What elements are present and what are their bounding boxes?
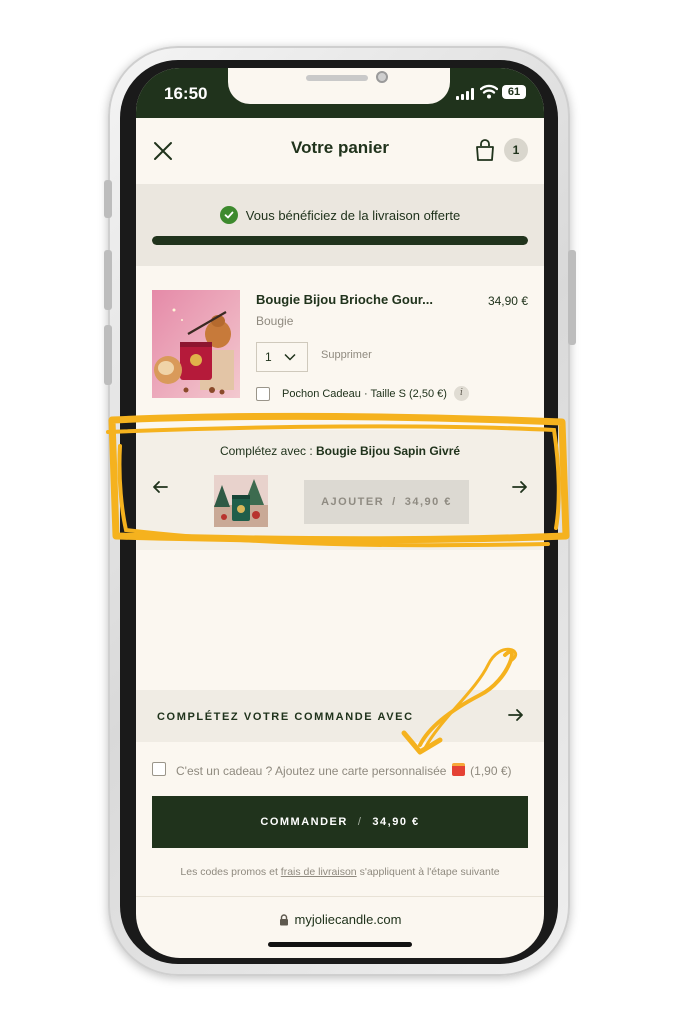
check-circle-icon xyxy=(219,206,238,224)
notch xyxy=(228,68,450,104)
arrow-right-icon xyxy=(508,709,523,721)
speaker-grille xyxy=(306,75,368,81)
gift-card-price: (1,90 €) xyxy=(470,764,512,778)
product-category: Bougie xyxy=(256,314,294,328)
arrow-left-icon[interactable] xyxy=(152,480,168,494)
front-camera xyxy=(376,71,388,83)
mute-switch xyxy=(104,180,112,218)
arrow-right-icon[interactable] xyxy=(512,480,528,494)
shipping-progress-fill xyxy=(152,236,528,245)
quantity-select[interactable]: 1 xyxy=(256,342,308,372)
complete-order-row[interactable]: COMPLÉTEZ VOTRE COMMANDE AVEC xyxy=(136,690,544,742)
browser-url-bar[interactable]: myjoliecandle.com xyxy=(136,912,544,927)
complete-order-label: COMPLÉTEZ VOTRE COMMANDE AVEC xyxy=(157,711,414,723)
shipping-message: Vous bénéficiez de la livraison offerte xyxy=(245,207,461,223)
checkout-button[interactable]: COMMANDER / 34,90 € xyxy=(152,796,528,848)
checkout-separator: / xyxy=(357,816,363,828)
shopping-bag-icon[interactable] xyxy=(474,138,496,162)
note-part-2: s'appliquent à l'étape suivante xyxy=(359,866,500,878)
browser-divider xyxy=(136,896,544,897)
add-button-separator: / xyxy=(392,496,397,508)
upsell-product-image[interactable] xyxy=(214,475,268,527)
upsell-product-name[interactable]: Bougie Bijou Sapin Givré xyxy=(316,444,460,458)
add-button-price: 34,90 € xyxy=(404,496,452,508)
gift-card-text: C'est un cadeau ? Ajoutez une carte pers… xyxy=(176,764,447,778)
browser-url: myjoliecandle.com xyxy=(294,912,402,927)
shipping-fees-link[interactable]: frais de livraison xyxy=(281,866,357,878)
remove-link[interactable]: Supprimer xyxy=(321,349,372,361)
quantity-value: 1 xyxy=(265,350,272,364)
status-time: 16:50 xyxy=(164,84,208,103)
gift-icon xyxy=(451,763,465,776)
signal-icon xyxy=(456,88,474,100)
product-price: 34,90 € xyxy=(487,294,528,308)
gift-pouch-checkbox[interactable] xyxy=(256,387,270,401)
upsell-title: Complétez avec : Bougie Bijou Sapin Givr… xyxy=(136,444,544,458)
shipping-progress-bar xyxy=(152,236,528,245)
checkout-label: COMMANDER xyxy=(260,816,348,828)
cart-header: Votre panier 1 xyxy=(136,118,544,184)
product-name[interactable]: Bougie Bijou Brioche Gour... xyxy=(256,292,456,307)
upsell-carousel: Complétez avec : Bougie Bijou Sapin Givr… xyxy=(136,430,544,550)
phone-screen: 16:50 61 Votre panier 1 Vous bénéficiez … xyxy=(136,68,544,958)
chevron-down-icon xyxy=(284,353,296,361)
add-button-label: AJOUTER xyxy=(321,496,385,508)
cart-count-badge: 1 xyxy=(504,138,528,162)
checkout-total: 34,90 € xyxy=(372,816,420,828)
note-part-1: Les codes promos et xyxy=(180,866,278,878)
gift-card-checkbox[interactable] xyxy=(152,762,166,776)
product-image[interactable] xyxy=(152,290,240,398)
volume-up-button xyxy=(104,250,112,310)
upsell-prefix: Complétez avec : xyxy=(219,444,313,458)
lock-icon xyxy=(279,913,288,925)
checkout-note: Les codes promos et frais de livraison s… xyxy=(136,866,544,878)
gift-card-label: C'est un cadeau ? Ajoutez une carte pers… xyxy=(176,763,512,778)
status-bar: 16:50 61 xyxy=(136,68,544,118)
wifi-icon xyxy=(480,84,498,99)
shipping-message-row: Vous bénéficiez de la livraison offerte xyxy=(136,206,544,224)
home-indicator[interactable] xyxy=(268,942,412,947)
info-icon[interactable]: i xyxy=(454,386,469,401)
free-shipping-banner: Vous bénéficiez de la livraison offerte xyxy=(136,184,544,266)
add-upsell-button[interactable]: AJOUTER / 34,90 € xyxy=(304,480,469,524)
volume-down-button xyxy=(104,325,112,385)
stage: 16:50 61 Votre panier 1 Vous bénéficiez … xyxy=(0,0,680,1024)
gift-pouch-label: Pochon Cadeau · Taille S (2,50 €) xyxy=(282,388,447,400)
battery-icon: 61 xyxy=(502,85,526,99)
power-button xyxy=(568,250,576,345)
